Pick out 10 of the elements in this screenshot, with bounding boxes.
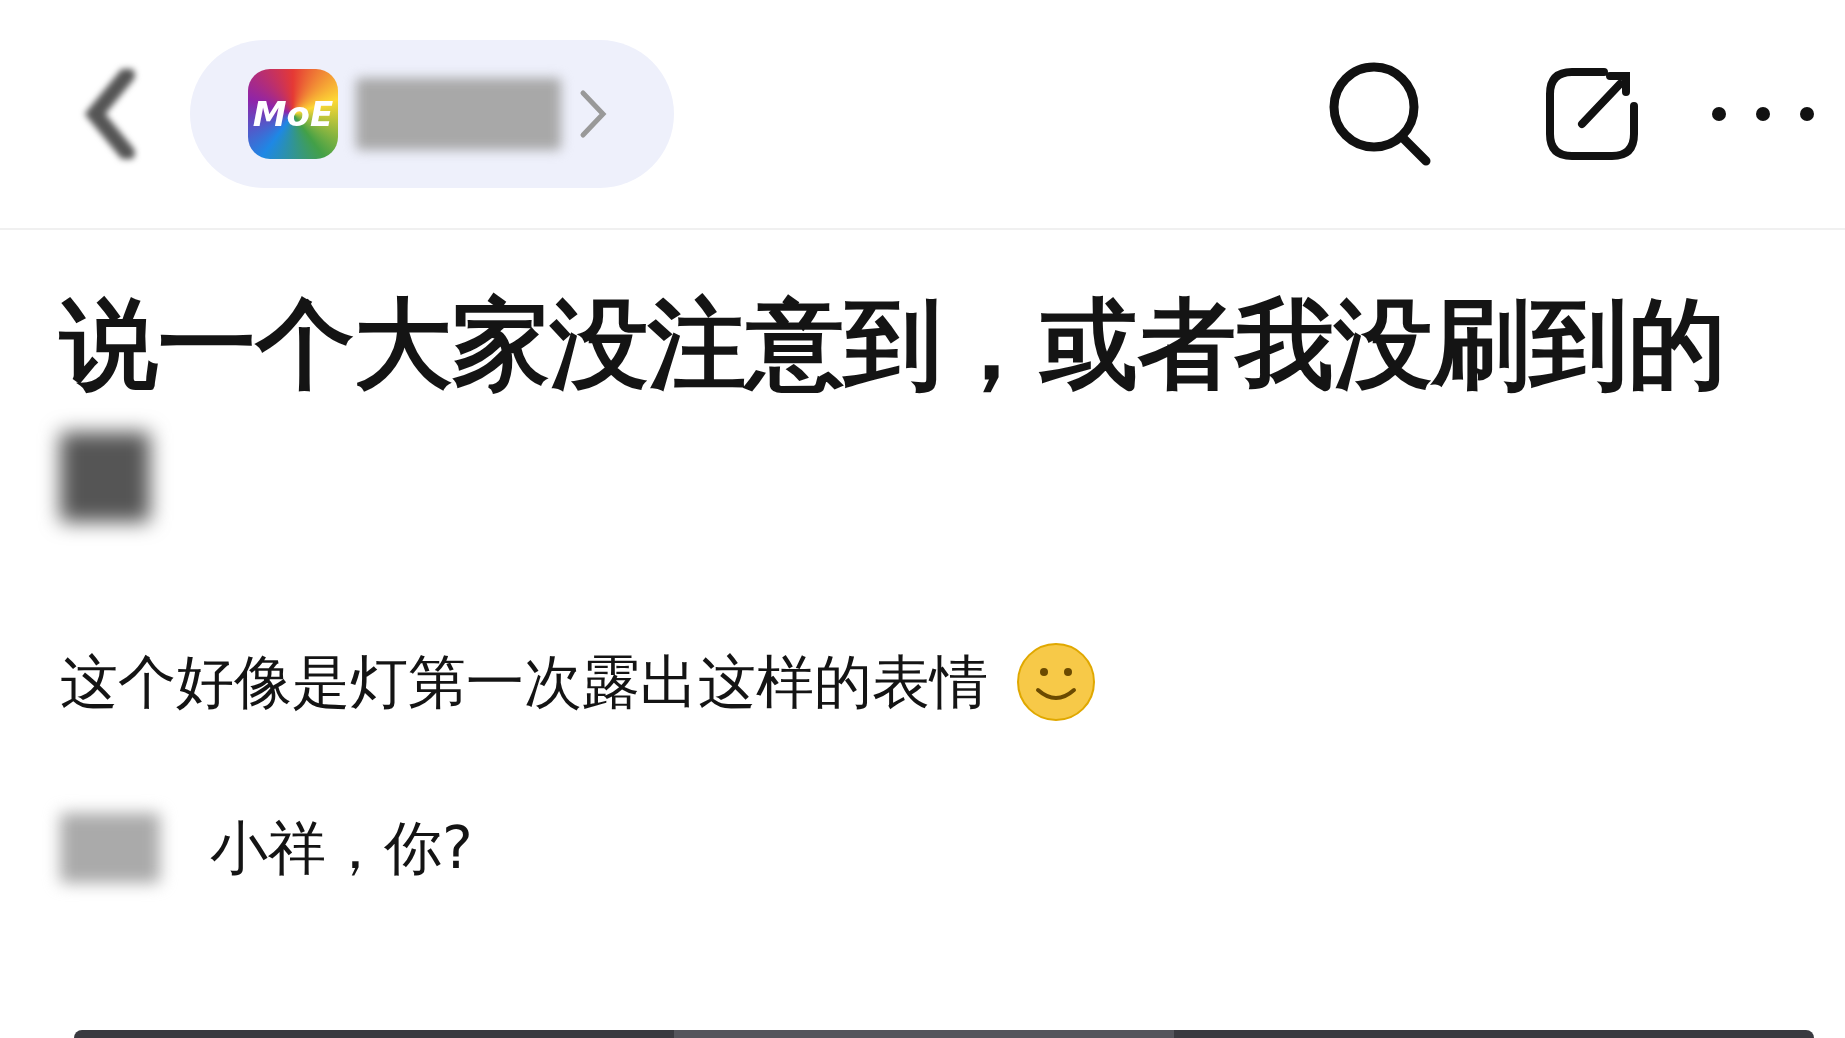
smiley-icon bbox=[1016, 642, 1096, 722]
forum-pill[interactable]: MoE bbox=[190, 40, 674, 188]
edit-icon bbox=[1544, 66, 1640, 162]
dialogue-line: 小祥，你? bbox=[210, 813, 473, 884]
post-title: 说一个大家没注意到，或者我没刷到的 bbox=[60, 286, 1727, 403]
post-body: 这个好像是灯第一次露出这样的表情 bbox=[60, 647, 988, 718]
chevron-right-icon bbox=[579, 89, 607, 139]
forum-logo: MoE bbox=[248, 69, 338, 159]
back-icon bbox=[85, 69, 135, 159]
more-icon bbox=[1711, 106, 1815, 122]
